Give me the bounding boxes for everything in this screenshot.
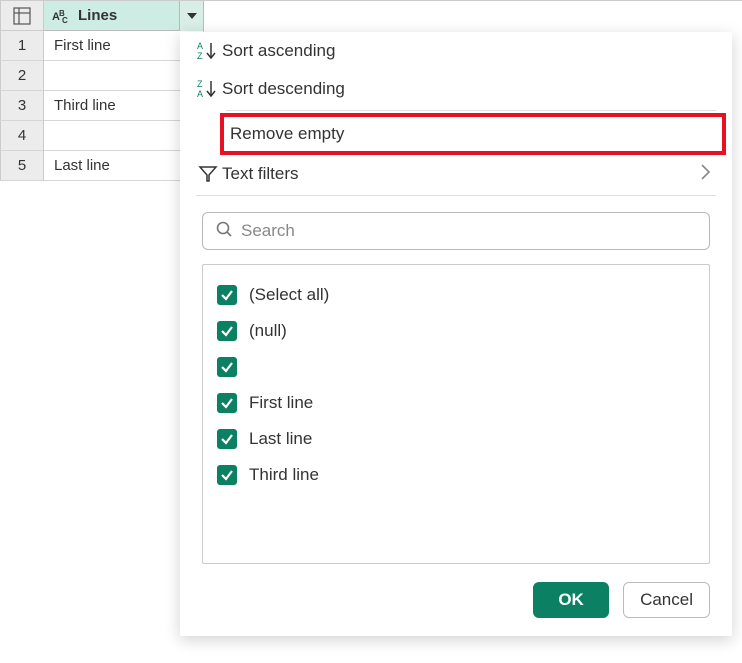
- checkbox-checked-icon[interactable]: [217, 357, 237, 377]
- filter-value-label: Third line: [249, 465, 319, 485]
- chevron-right-icon: [701, 164, 710, 184]
- row-number[interactable]: 5: [0, 151, 43, 181]
- text-filters-item[interactable]: Text filters: [180, 155, 732, 193]
- sort-descending-item[interactable]: ZA Sort descending: [180, 70, 732, 108]
- button-label: Cancel: [640, 590, 693, 610]
- menu-label: Sort descending: [222, 79, 732, 99]
- cancel-button[interactable]: Cancel: [623, 582, 710, 618]
- column-filter-dropdown-button[interactable]: [179, 1, 203, 31]
- column-name: Lines: [78, 7, 117, 24]
- sort-ascending-item[interactable]: AZ Sort ascending: [180, 32, 732, 70]
- svg-text:A: A: [197, 89, 203, 99]
- row-number[interactable]: 3: [0, 91, 43, 121]
- table-corner-icon[interactable]: [0, 1, 43, 31]
- filter-value-item[interactable]: Last line: [217, 421, 695, 457]
- menu-label: Sort ascending: [222, 41, 732, 61]
- row-number[interactable]: 4: [0, 121, 43, 151]
- ok-button[interactable]: OK: [533, 582, 609, 618]
- chevron-down-icon: [187, 13, 197, 19]
- button-label: OK: [558, 590, 584, 610]
- filter-value-item[interactable]: (Select all): [217, 277, 695, 313]
- filter-search-box[interactable]: [202, 212, 710, 250]
- filter-value-label: (Select all): [249, 285, 329, 305]
- checkbox-checked-icon[interactable]: [217, 393, 237, 413]
- column-header-lines[interactable]: ABC Lines: [44, 1, 204, 31]
- column-filter-menu: AZ Sort ascending ZA Sort descending Rem…: [180, 32, 732, 636]
- checkbox-checked-icon[interactable]: [217, 285, 237, 305]
- filter-search-input[interactable]: [241, 221, 709, 241]
- checkbox-checked-icon[interactable]: [217, 321, 237, 341]
- row-number[interactable]: 1: [0, 31, 43, 61]
- checkbox-checked-icon[interactable]: [217, 465, 237, 485]
- svg-text:Z: Z: [197, 79, 203, 89]
- search-icon: [215, 220, 233, 242]
- filter-value-item[interactable]: Third line: [217, 457, 695, 493]
- filter-value-label: (null): [249, 321, 287, 341]
- remove-empty-item[interactable]: Remove empty: [224, 117, 722, 151]
- filter-value-item[interactable]: First line: [217, 385, 695, 421]
- sort-ascending-icon: AZ: [194, 40, 222, 62]
- text-type-icon: ABC: [52, 8, 72, 24]
- menu-label: Text filters: [222, 164, 701, 184]
- menu-divider: [226, 110, 716, 111]
- filter-value-item[interactable]: [217, 349, 695, 385]
- sort-descending-icon: ZA: [194, 78, 222, 100]
- menu-label: Remove empty: [230, 124, 722, 144]
- row-number[interactable]: 2: [0, 61, 43, 91]
- checkbox-checked-icon[interactable]: [217, 429, 237, 449]
- svg-text:A: A: [197, 41, 203, 51]
- svg-text:C: C: [62, 16, 68, 24]
- remove-empty-highlight: Remove empty: [220, 113, 726, 155]
- filter-icon: [194, 164, 222, 184]
- menu-divider: [196, 195, 716, 196]
- filter-value-item[interactable]: (null): [217, 313, 695, 349]
- filter-value-label: Last line: [249, 429, 312, 449]
- filter-value-label: First line: [249, 393, 313, 413]
- svg-text:Z: Z: [197, 51, 203, 61]
- filter-value-list: (Select all) (null) First line Last line Thi…: [202, 264, 710, 564]
